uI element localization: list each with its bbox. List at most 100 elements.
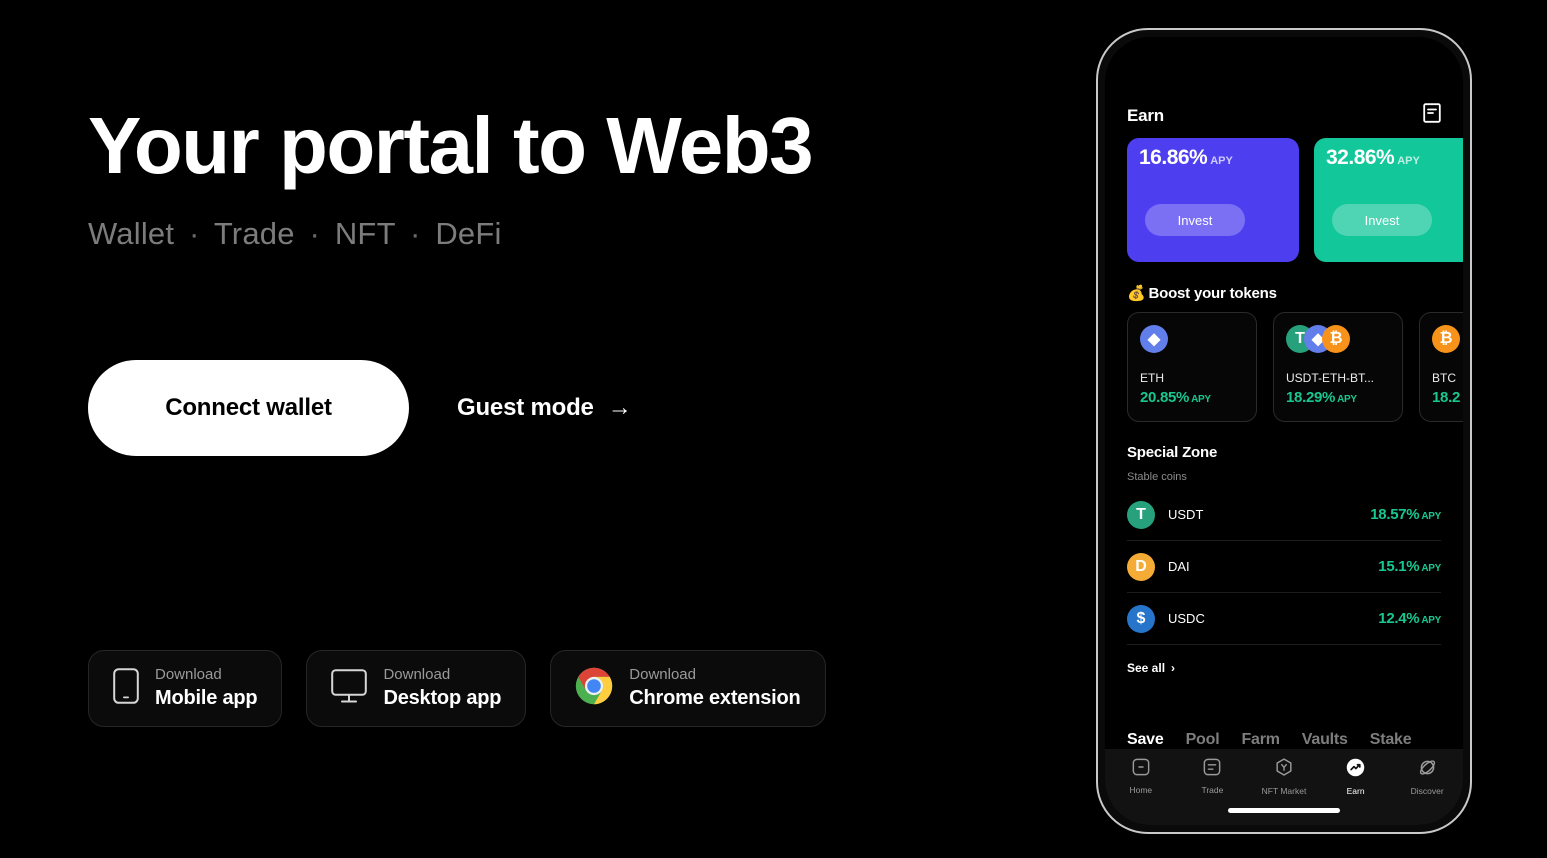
dai-coin-icon: D <box>1127 552 1155 581</box>
nav-item-trade[interactable]: Trade <box>1177 758 1249 795</box>
apy-value: 16.86% <box>1139 146 1208 169</box>
cta-row: Connect wallet Guest mode → <box>88 360 632 456</box>
download-mobile-app-button[interactable]: Download Mobile app <box>88 650 283 727</box>
discover-icon <box>1418 758 1437 782</box>
bottom-nav-bar: Home Trade NFT Market Earn Discover <box>1105 749 1463 825</box>
hero-subtitle: Wallet · Trade · NFT · DeFi <box>88 216 988 252</box>
separator-dot: · <box>409 216 421 251</box>
usdt-coin-icon: T <box>1127 500 1155 529</box>
list-item[interactable]: T USDT 18.57% APY <box>1127 489 1441 541</box>
nav-item-nft-market[interactable]: NFT Market <box>1248 758 1320 796</box>
nav-item-earn[interactable]: Earn <box>1320 758 1392 796</box>
mobile-phone-icon <box>113 668 139 709</box>
download-label: Download <box>155 666 222 684</box>
coin-apy-value: 12.4% <box>1378 610 1420 627</box>
coin-apy-unit: APY <box>1421 615 1441 626</box>
coin-apy-unit: APY <box>1421 511 1441 522</box>
landing-page: Your portal to Web3 Wallet · Trade · NFT… <box>0 0 1547 858</box>
boost-apy-unit: APY <box>1191 394 1211 405</box>
guest-mode-button[interactable]: Guest mode → <box>457 394 632 422</box>
nav-label: NFT Market <box>1261 786 1307 796</box>
nav-item-discover[interactable]: Discover <box>1391 758 1463 796</box>
download-chrome-extension-button[interactable]: Download Chrome extension <box>550 650 826 727</box>
tab-vaults[interactable]: Vaults <box>1302 731 1348 749</box>
boost-card-apy: 20.85% APY <box>1140 389 1244 406</box>
invest-button[interactable]: Invest <box>1332 204 1432 236</box>
download-row: Download Mobile app Download Desktop app <box>88 650 826 727</box>
coin-stack: ◆ <box>1140 325 1244 353</box>
tab-pool[interactable]: Pool <box>1186 731 1220 749</box>
boost-card-name: BTC <box>1432 371 1456 385</box>
earn-title: Earn <box>1127 105 1164 125</box>
earn-icon <box>1346 758 1365 782</box>
list-item[interactable]: D DAI 15.1% APY <box>1127 541 1441 593</box>
separator-dot: · <box>309 216 321 251</box>
special-zone-subtitle: Stable coins <box>1127 471 1187 483</box>
tab-stake[interactable]: Stake <box>1370 731 1412 749</box>
apy-value: 32.86% <box>1326 146 1395 169</box>
see-all-label: See all <box>1127 661 1166 675</box>
invest-button[interactable]: Invest <box>1145 204 1245 236</box>
boost-card-name: USDT-ETH-BT... <box>1286 371 1375 385</box>
download-target-label: Desktop app <box>383 686 502 709</box>
boost-card[interactable]: T ◆ ₿ USDT-ETH-BT... 18.29% APY <box>1273 312 1403 422</box>
download-desktop-app-button[interactable]: Download Desktop app <box>306 650 527 727</box>
apy-card[interactable]: 16.86% APY Invest <box>1127 138 1299 262</box>
boost-card-row: ◆ ETH 20.85% APY T ◆ ₿ USDT-ETH-BT... 18… <box>1105 312 1463 422</box>
coin-name: USDT <box>1168 507 1204 522</box>
download-label: Download <box>383 666 451 684</box>
connect-wallet-button[interactable]: Connect wallet <box>88 360 409 456</box>
coin-apy: 18.57% APY <box>1370 506 1441 523</box>
coin-apy: 12.4% APY <box>1378 610 1441 627</box>
coin-apy: 15.1% APY <box>1378 558 1441 575</box>
desktop-monitor-icon <box>331 669 368 708</box>
download-target-label: Chrome extension <box>629 686 801 709</box>
boost-apy-unit: APY <box>1337 394 1357 405</box>
usdc-coin-icon: $ <box>1127 604 1155 633</box>
earn-header: Earn <box>1105 37 1463 138</box>
boost-apy-value: 18.29% <box>1286 389 1336 406</box>
boost-card[interactable]: ◆ ETH 20.85% APY <box>1127 312 1257 422</box>
home-icon <box>1132 758 1150 781</box>
home-indicator <box>1228 808 1340 813</box>
nav-label: Discover <box>1410 786 1444 796</box>
phone-mockup: Earn 16.86% APY Invest 32.86% APY Invest… <box>1096 28 1472 834</box>
apy-unit: APY <box>1210 155 1233 167</box>
hero-subtitle-item-wallet: Wallet <box>88 216 175 251</box>
apy-card-row: 16.86% APY Invest 32.86% APY Invest <box>1105 138 1463 262</box>
boost-card[interactable]: ₿ BTC 18.2 <box>1419 312 1463 422</box>
tab-save[interactable]: Save <box>1127 731 1164 749</box>
coin-apy-unit: APY <box>1421 563 1441 574</box>
money-bag-icon: 💰 <box>1127 285 1146 302</box>
btc-coin-icon: ₿ <box>1322 325 1350 353</box>
boost-card-name: ETH <box>1140 371 1164 385</box>
nav-label: Home <box>1129 785 1153 795</box>
apy-unit: APY <box>1397 155 1420 167</box>
order-list-icon[interactable] <box>1423 103 1441 128</box>
boost-apy-value: 20.85% <box>1140 389 1190 406</box>
separator-dot: · <box>189 216 200 251</box>
nav-label: Trade <box>1201 785 1224 795</box>
hero-subtitle-item-trade: Trade <box>213 216 295 251</box>
phone-screen: Earn 16.86% APY Invest 32.86% APY Invest… <box>1105 37 1463 825</box>
apy-card[interactable]: 32.86% APY Invest <box>1314 138 1463 262</box>
see-all-link[interactable]: See all › <box>1105 645 1463 675</box>
coin-stack: T ◆ ₿ <box>1286 325 1390 353</box>
download-label: Download <box>629 666 696 684</box>
sub-tab-bar: Save Pool Farm Vaults Stake <box>1105 731 1463 749</box>
coin-name: DAI <box>1168 559 1190 574</box>
list-item[interactable]: $ USDC 12.4% APY <box>1127 593 1441 645</box>
chevron-right-icon: › <box>1171 661 1176 675</box>
boost-card-apy: 18.2 <box>1432 389 1463 406</box>
arrow-right-icon: → <box>607 394 632 421</box>
tab-farm[interactable]: Farm <box>1241 731 1280 749</box>
nav-item-home[interactable]: Home <box>1105 758 1177 795</box>
hero-section: Your portal to Web3 Wallet · Trade · NFT… <box>88 104 988 252</box>
guest-mode-label: Guest mode <box>457 394 594 421</box>
boost-apy-value: 18.2 <box>1432 389 1460 406</box>
hero-subtitle-item-nft: NFT <box>334 216 396 251</box>
btc-coin-icon: ₿ <box>1432 325 1460 353</box>
coin-stack: ₿ <box>1432 325 1463 353</box>
boost-title-label: Boost your tokens <box>1148 284 1277 302</box>
coin-name: USDC <box>1168 611 1205 626</box>
